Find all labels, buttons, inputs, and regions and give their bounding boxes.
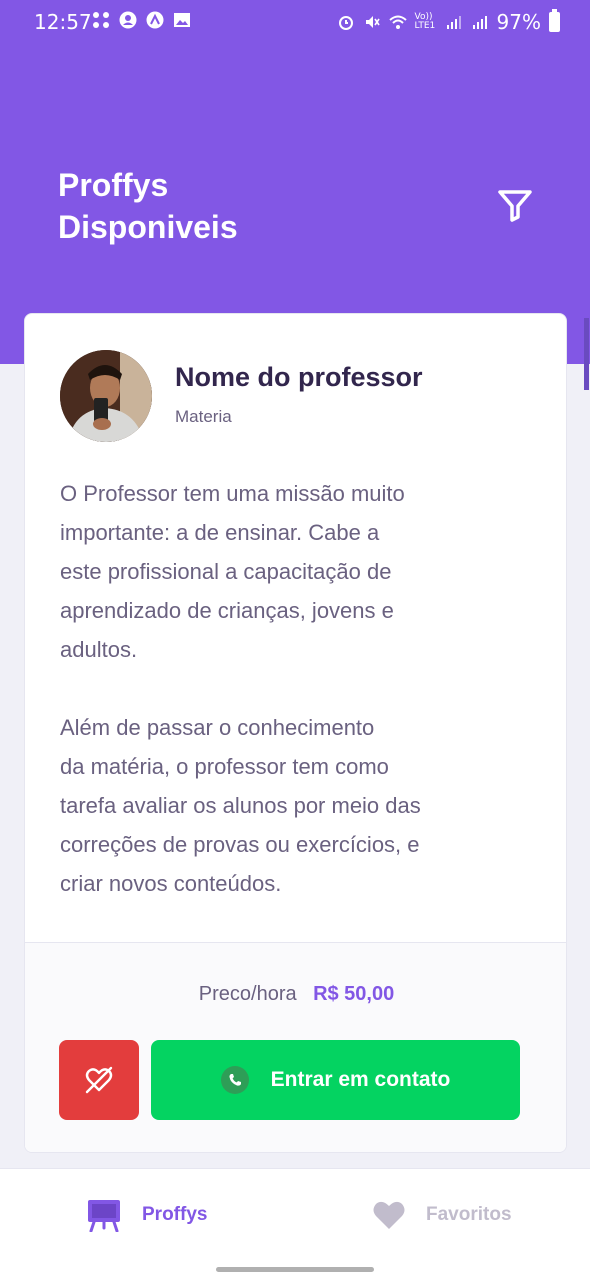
easel-icon	[88, 1200, 120, 1232]
avatar-photo	[60, 350, 152, 442]
apps-icon	[93, 12, 109, 28]
expo-icon	[146, 11, 164, 29]
filter-button[interactable]	[494, 184, 536, 226]
page-title: Proffys Disponiveis	[58, 167, 238, 245]
home-indicator[interactable]	[216, 1267, 374, 1272]
teacher-name: Nome do professor	[175, 362, 423, 392]
signal-icon	[446, 16, 461, 29]
tab-proffys-label: Proffys	[142, 1204, 208, 1225]
card-footer: Preco/hora R$ 50,00 Entrar em contato	[25, 942, 566, 1152]
teacher-subject: Materia	[175, 407, 232, 426]
status-bar: 12:57 Vo)) LTE1 97%	[0, 0, 590, 44]
heart-off-icon	[85, 1066, 113, 1094]
tab-favoritos[interactable]: Favoritos	[372, 1169, 512, 1261]
status-time: 12:57	[34, 10, 92, 34]
signal-icon-2	[472, 16, 487, 29]
price-row: Preco/hora R$ 50,00	[25, 983, 566, 1006]
filter-icon	[498, 190, 532, 222]
contact-label: Entrar em contato	[270, 1068, 451, 1091]
teacher-card: Nome do professor Materia O Professor te…	[24, 313, 567, 1153]
scrollbar-thumb[interactable]	[584, 318, 589, 390]
tab-proffys[interactable]: Proffys	[86, 1169, 207, 1261]
navigation-bar	[0, 1258, 590, 1280]
whatsapp-icon	[220, 1066, 249, 1094]
alarm-icon	[338, 16, 353, 30]
battery-icon	[549, 9, 560, 32]
unfavorite-button[interactable]	[59, 1040, 139, 1120]
tab-favoritos-label: Favoritos	[426, 1204, 512, 1225]
notification-icons	[92, 11, 191, 29]
price-value: R$ 50,00	[313, 983, 395, 1005]
wifi-icon	[388, 15, 407, 29]
price-label: Preco/hora	[198, 983, 297, 1005]
mute-icon	[365, 16, 380, 28]
image-icon	[174, 13, 190, 27]
battery-percent: 97%	[496, 10, 541, 34]
system-icons: Vo)) LTE1 97%	[337, 9, 560, 34]
heart-icon	[373, 1201, 405, 1229]
account-icon	[119, 11, 137, 29]
bottom-tab-bar: Proffys Favoritos	[0, 1168, 590, 1260]
teacher-bio: O Professor tem uma missão muito importa…	[60, 481, 421, 896]
network-label: Vo)) LTE1	[414, 12, 436, 31]
contact-button[interactable]: Entrar em contato	[151, 1040, 520, 1120]
teacher-avatar	[60, 350, 152, 442]
